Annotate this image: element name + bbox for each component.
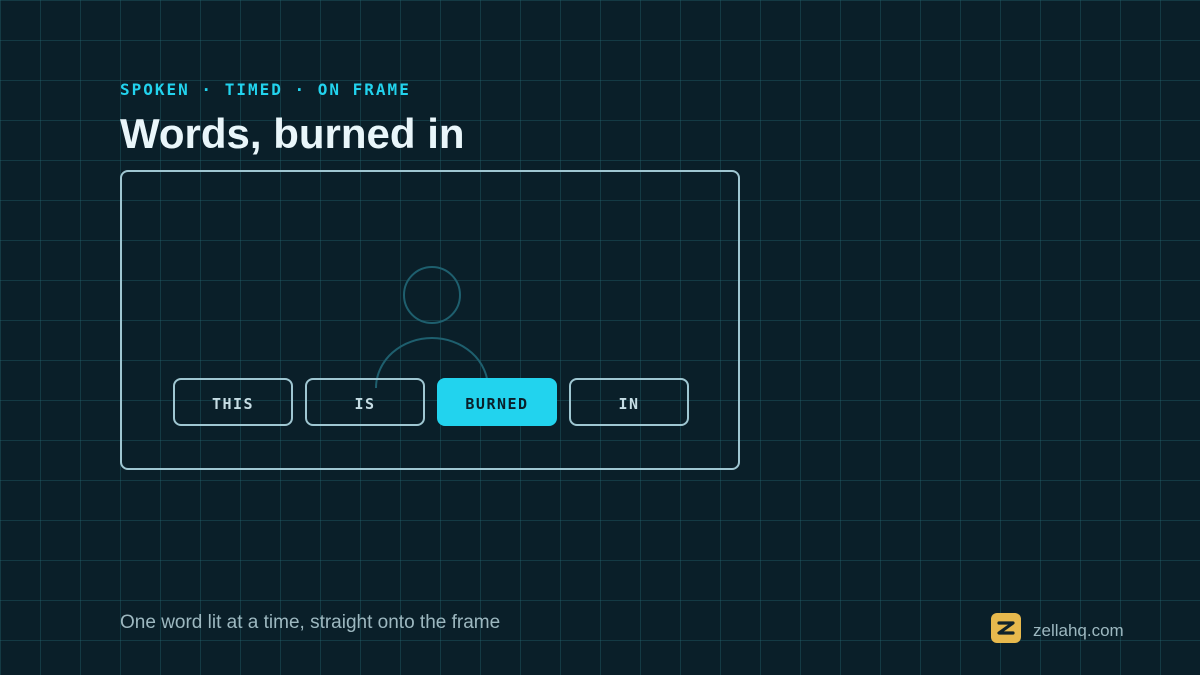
- caption-text: One word lit at a time, straight onto th…: [120, 612, 501, 633]
- word-chip-in: IN: [569, 378, 689, 426]
- brand-site: zellahq.com: [1033, 621, 1124, 640]
- word-chip-this: THIS: [173, 378, 293, 426]
- word-chip-burned-active: BURNED: [437, 378, 557, 426]
- z-logo-icon: [991, 613, 1021, 643]
- brand: zellahq.com: [991, 613, 1124, 643]
- word-chip-is: IS: [305, 378, 425, 426]
- video-frame-preview: THIS IS BURNED IN: [120, 170, 740, 470]
- eyebrow-label: SPOKEN · TIMED · ON FRAME: [120, 80, 411, 99]
- person-silhouette-icon: [375, 266, 489, 389]
- page-title: Words, burned in: [120, 110, 465, 157]
